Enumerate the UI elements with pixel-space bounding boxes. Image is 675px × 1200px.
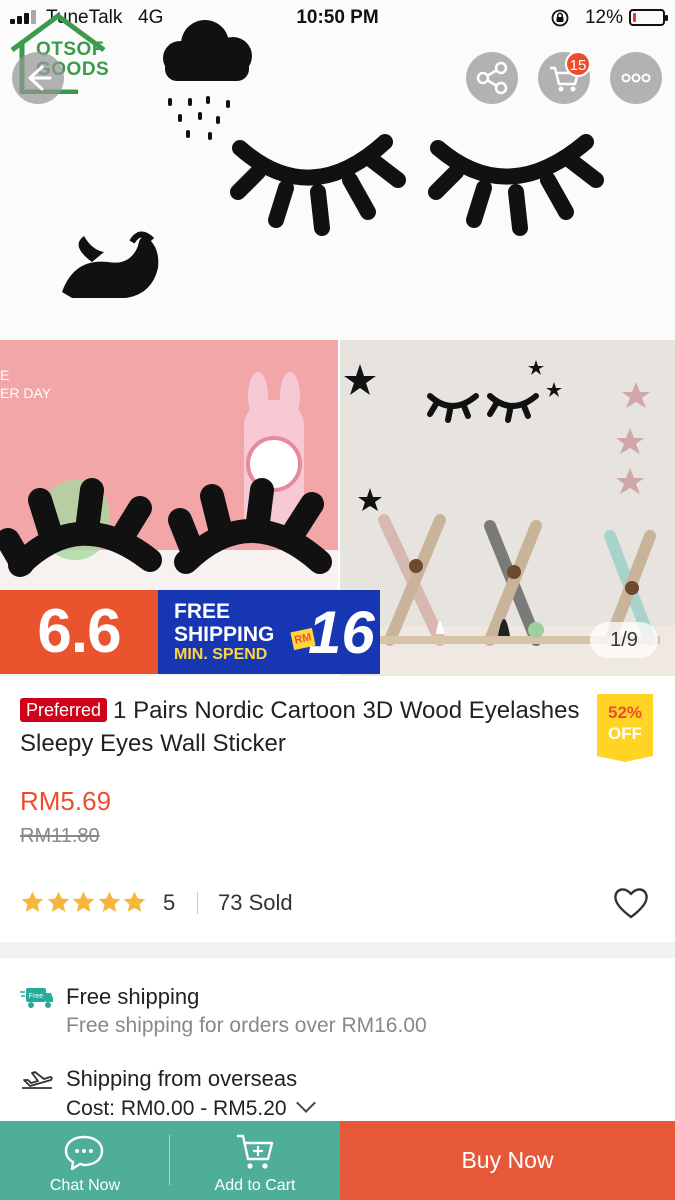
- shipping-cost: Cost: RM0.00 - RM5.20: [66, 1093, 316, 1121]
- rating-value: 5: [163, 890, 176, 915]
- free-icon-label: Free: [29, 993, 44, 1000]
- svg-text:ER DAY: ER DAY: [0, 385, 52, 401]
- image-counter: 1/9: [590, 622, 658, 658]
- rating-stars: [20, 890, 148, 916]
- bottom-action-bar: Chat Now Add to Cart Buy Now: [0, 1121, 675, 1200]
- add-to-cart-button[interactable]: Add to Cart: [170, 1121, 340, 1200]
- airplane-icon: [22, 1071, 53, 1089]
- preferred-badge: Preferred: [20, 698, 108, 722]
- product-title: Preferred 1 Pairs Nordic Cartoon 3D Wood …: [20, 694, 580, 760]
- cart-count-badge: 15: [565, 51, 591, 77]
- battery-icon: [629, 9, 668, 26]
- chat-bubble-icon: [64, 1135, 104, 1171]
- add-to-cart-icon: [237, 1134, 274, 1169]
- original-price: RM11.80: [20, 825, 100, 847]
- chat-now-label: Chat Now: [49, 1177, 121, 1194]
- promo-amount: 16: [308, 599, 375, 666]
- shipping-from: Shipping from overseas: [66, 1066, 297, 1092]
- more-icon: [621, 73, 651, 83]
- more-options-button[interactable]: [610, 52, 662, 104]
- promo-sale-badge: 6.6: [0, 590, 158, 674]
- free-shipping-condition: Free shipping for orders over RM16.00: [66, 1014, 427, 1037]
- section-divider: [0, 942, 675, 958]
- svg-text:E: E: [0, 367, 9, 383]
- orientation-lock-icon: [551, 9, 569, 27]
- rating-divider: [197, 892, 198, 914]
- add-to-cart-label: Add to Cart: [214, 1177, 296, 1194]
- share-icon: [476, 61, 508, 95]
- shipping-cost-text: Cost: RM0.00 - RM5.20: [66, 1097, 287, 1120]
- discount-percent: 52%: [607, 703, 643, 722]
- free-shipping-truck-icon: Free: [20, 988, 53, 1008]
- discount-badge: 52% OFF: [597, 694, 653, 762]
- share-button[interactable]: [466, 52, 518, 104]
- current-price: RM5.69: [20, 786, 112, 816]
- promo-line-free: FREE: [174, 600, 231, 623]
- bottom-bar-secondary: Chat Now Add to Cart: [0, 1121, 340, 1200]
- chat-now-button[interactable]: Chat Now: [0, 1121, 170, 1200]
- star-icon: [47, 891, 69, 912]
- battery-level: [633, 13, 636, 22]
- buy-now-button[interactable]: Buy Now: [340, 1121, 675, 1200]
- star-icon: [123, 891, 146, 912]
- shipping-from-prefix: Shipping from: [66, 1066, 208, 1091]
- star-icon: [98, 891, 120, 912]
- promo-free-shipping-banner: FREE SHIPPING MIN. SPEND RM 16: [158, 590, 380, 674]
- chevron-down-icon[interactable]: [295, 1093, 316, 1113]
- discount-off-label: OFF: [608, 724, 642, 743]
- star-icon: [72, 891, 95, 912]
- promo-line-shipping: SHIPPING: [174, 623, 275, 646]
- back-arrow-icon: [28, 65, 52, 91]
- back-button[interactable]: [12, 52, 64, 104]
- sold-count: 73 Sold: [218, 890, 293, 915]
- free-shipping-title: Free shipping: [66, 984, 200, 1009]
- battery-percent: 12%: [584, 7, 623, 28]
- like-heart-icon[interactable]: [612, 886, 650, 920]
- promo-line-min-spend: MIN. SPEND: [174, 646, 268, 663]
- rating-row[interactable]: 5 73 Sold: [20, 886, 660, 920]
- star-icon: [21, 891, 44, 912]
- shipping-from-location: overseas: [207, 1066, 298, 1091]
